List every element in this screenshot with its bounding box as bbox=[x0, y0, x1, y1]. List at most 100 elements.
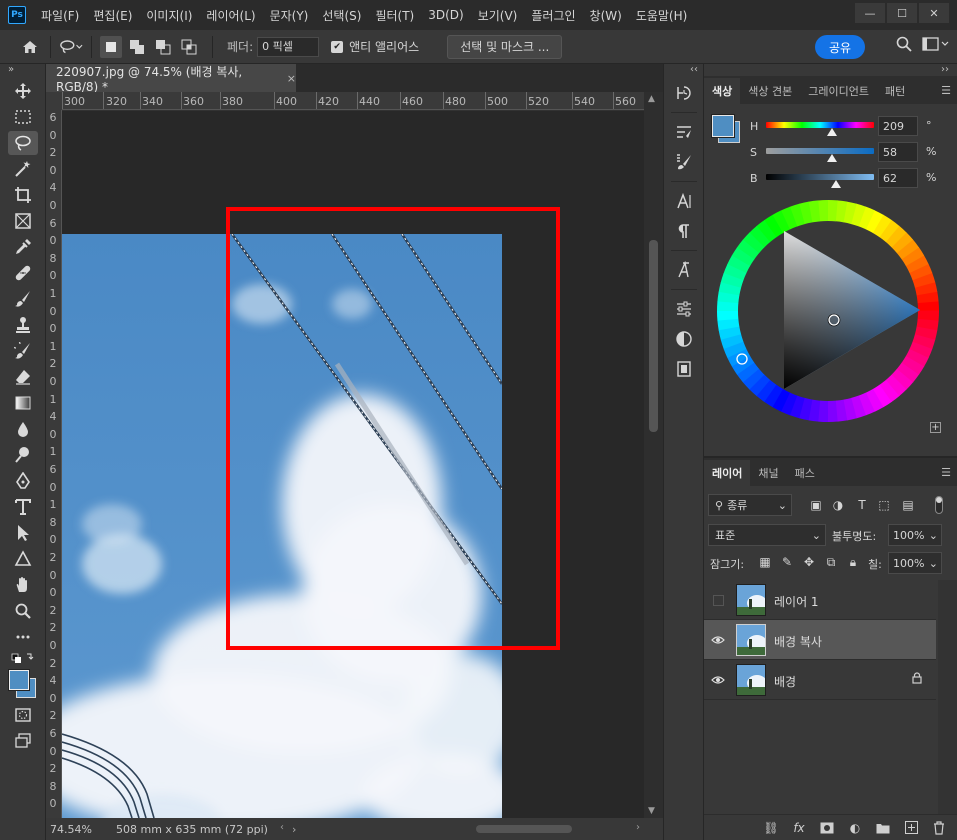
fill-input[interactable]: 100% ⌄ bbox=[888, 552, 942, 574]
lock-artboard-icon[interactable]: ⧉ bbox=[824, 554, 838, 570]
lock-all-icon[interactable]: 🔒︎ bbox=[846, 554, 860, 570]
zoom-level[interactable]: 74.54% bbox=[50, 823, 102, 836]
scroll-right-icon[interactable]: › bbox=[636, 822, 640, 833]
brushes-panel-icon[interactable] bbox=[664, 147, 704, 177]
menu-plugins[interactable]: 플러그인 bbox=[524, 7, 582, 24]
fx-icon[interactable]: fx bbox=[791, 820, 807, 836]
subtract-selection-icon[interactable] bbox=[152, 36, 174, 58]
vertical-scrollbar[interactable]: ▲ ▼ bbox=[644, 92, 663, 818]
canvas-area[interactable] bbox=[62, 111, 644, 818]
default-colors[interactable] bbox=[0, 650, 46, 668]
tab-paths[interactable]: 패스 bbox=[787, 460, 823, 486]
panel-menu-icon[interactable]: ☰ bbox=[941, 84, 951, 97]
new-selection-icon[interactable] bbox=[100, 35, 122, 58]
tab-swatches[interactable]: 색상 견본 bbox=[740, 78, 800, 104]
character-panel-icon[interactable] bbox=[664, 186, 704, 216]
path-selection-tool[interactable] bbox=[0, 520, 46, 546]
magic-wand-tool[interactable] bbox=[0, 156, 46, 182]
blend-mode-select[interactable]: 표준 ⌄ bbox=[708, 524, 826, 546]
screen-mode-button[interactable] bbox=[0, 728, 46, 754]
lock-brush-icon[interactable]: ✎ bbox=[780, 554, 794, 570]
collapse-toolbar-icon[interactable]: » bbox=[0, 64, 45, 78]
saturation-slider[interactable] bbox=[766, 148, 874, 154]
more-tools[interactable] bbox=[0, 624, 46, 650]
color-swatches[interactable] bbox=[0, 668, 46, 702]
foreground-color-swatch[interactable] bbox=[9, 670, 29, 690]
eyedropper-tool[interactable] bbox=[0, 234, 46, 260]
blur-tool[interactable] bbox=[0, 416, 46, 442]
adjustment-filter-icon[interactable]: ◑ bbox=[830, 497, 846, 513]
minimize-button[interactable]: — bbox=[855, 3, 885, 23]
add-to-swatches-icon[interactable]: + bbox=[930, 422, 941, 433]
layers-scrollbar[interactable] bbox=[938, 580, 957, 840]
eye-icon[interactable] bbox=[710, 632, 726, 648]
filter-toggle[interactable] bbox=[935, 496, 943, 514]
brightness-slider[interactable] bbox=[766, 174, 874, 180]
tab-channels[interactable]: 채널 bbox=[750, 460, 786, 486]
horizontal-scrollbar[interactable]: ‹ › bbox=[280, 822, 640, 836]
healing-brush-tool[interactable] bbox=[0, 260, 46, 286]
history-panel-icon[interactable] bbox=[664, 78, 704, 108]
crop-tool[interactable] bbox=[0, 182, 46, 208]
feather-input[interactable]: 0 픽셀 bbox=[257, 36, 320, 57]
pen-tool[interactable] bbox=[0, 468, 46, 494]
adjustments-panel-icon[interactable] bbox=[664, 324, 704, 354]
layer-row[interactable]: 배경 복사 bbox=[704, 620, 936, 660]
lasso-tool[interactable] bbox=[0, 130, 46, 156]
workspace-icon[interactable] bbox=[921, 35, 949, 56]
saturation-input[interactable]: 58 bbox=[878, 142, 918, 162]
color-wheel[interactable] bbox=[716, 199, 940, 423]
layer-row[interactable]: 레이어 1 bbox=[704, 580, 936, 620]
brush-tool[interactable] bbox=[0, 286, 46, 312]
menu-view[interactable]: 보기(V) bbox=[471, 7, 525, 24]
add-selection-icon[interactable] bbox=[126, 36, 148, 58]
brush-settings-icon[interactable] bbox=[664, 117, 704, 147]
glyphs-panel-icon[interactable] bbox=[664, 255, 704, 285]
quick-mask-button[interactable] bbox=[0, 702, 46, 728]
smart-object-filter-icon[interactable]: ▤ bbox=[900, 497, 916, 513]
eye-icon[interactable] bbox=[710, 672, 726, 688]
marquee-tool[interactable] bbox=[0, 104, 46, 130]
layer-row[interactable]: 배경 bbox=[704, 660, 936, 700]
saturation-slider-thumb[interactable] bbox=[827, 154, 837, 162]
shape-filter-icon[interactable]: ⬚ bbox=[876, 497, 892, 513]
scroll-down-icon[interactable]: ▼ bbox=[648, 806, 655, 816]
lock-position-icon[interactable]: ✥ bbox=[802, 554, 816, 570]
brightness-slider-thumb[interactable] bbox=[831, 180, 841, 188]
layer-visibility-toggle[interactable] bbox=[710, 592, 726, 608]
new-layer-icon[interactable] bbox=[903, 820, 919, 836]
menu-help[interactable]: 도움말(H) bbox=[629, 7, 695, 24]
vertical-scroll-thumb[interactable] bbox=[649, 240, 658, 432]
hue-slider[interactable] bbox=[766, 122, 874, 128]
intersect-selection-icon[interactable] bbox=[178, 36, 200, 58]
menu-window[interactable]: 창(W) bbox=[583, 7, 629, 24]
hand-tool[interactable] bbox=[0, 572, 46, 598]
menu-filter[interactable]: 필터(T) bbox=[368, 7, 421, 24]
lasso-preset-icon[interactable] bbox=[59, 35, 83, 59]
menu-type[interactable]: 문자(Y) bbox=[263, 7, 316, 24]
collapse-dock-icon[interactable]: ‹‹ bbox=[664, 64, 703, 78]
layer-kind-filter[interactable]: ⚲ 종류 ⌄ bbox=[708, 494, 792, 516]
properties-panel-icon[interactable] bbox=[664, 294, 704, 324]
pixel-filter-icon[interactable]: ▣ bbox=[808, 497, 824, 513]
type-filter-icon[interactable]: T bbox=[854, 497, 870, 513]
menu-select[interactable]: 선택(S) bbox=[315, 7, 368, 24]
libraries-panel-icon[interactable] bbox=[664, 354, 704, 384]
menu-edit[interactable]: 편집(E) bbox=[86, 7, 139, 24]
menu-layer[interactable]: 레이어(L) bbox=[199, 7, 262, 24]
document-tab[interactable]: 220907.jpg @ 74.5% (배경 복사, RGB/8) * × bbox=[46, 64, 296, 94]
hue-slider-thumb[interactable] bbox=[827, 128, 837, 136]
panel-menu-icon[interactable]: ☰ bbox=[941, 466, 951, 479]
home-icon[interactable] bbox=[18, 35, 42, 59]
eraser-tool[interactable] bbox=[0, 364, 46, 390]
antialias-checkbox[interactable]: ✔ bbox=[331, 40, 344, 53]
hue-input[interactable]: 209 bbox=[878, 116, 918, 136]
share-button[interactable]: 공유 bbox=[815, 35, 865, 59]
lock-transparent-icon[interactable]: ▦ bbox=[758, 554, 772, 570]
foreground-color-swatch[interactable] bbox=[712, 115, 734, 137]
horizontal-ruler[interactable]: 300 320 340 360 380 400 420 440 460 480 … bbox=[62, 92, 644, 110]
scroll-left-icon[interactable]: ‹ bbox=[280, 822, 284, 833]
clone-stamp-tool[interactable] bbox=[0, 312, 46, 338]
close-button[interactable]: ✕ bbox=[919, 3, 949, 23]
select-and-mask-button[interactable]: 선택 및 마스크 ... bbox=[447, 34, 563, 59]
